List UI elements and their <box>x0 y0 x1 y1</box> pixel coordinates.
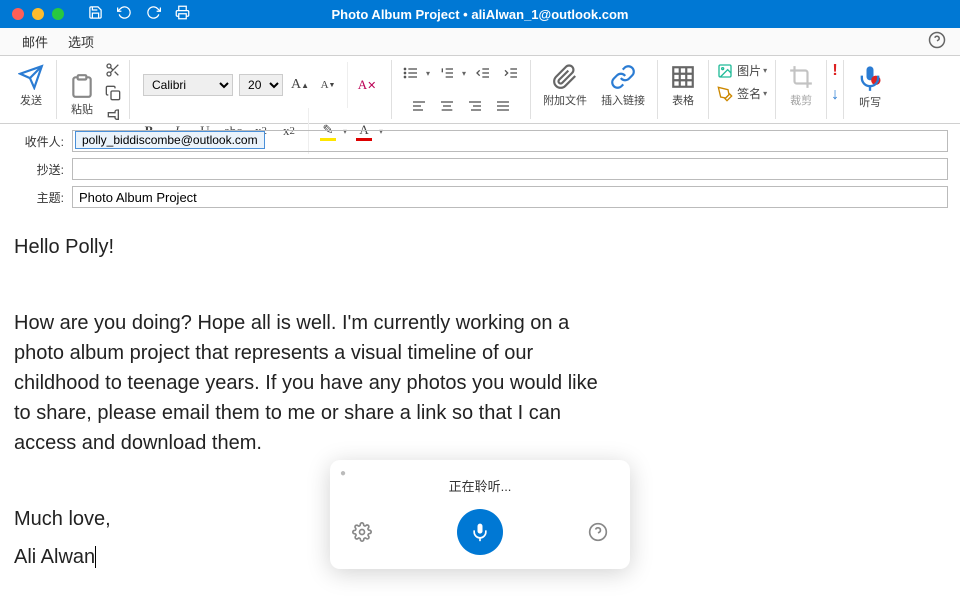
table-label: 表格 <box>672 92 694 108</box>
crop-label: 裁剪 <box>790 92 812 108</box>
print-icon[interactable] <box>175 5 190 23</box>
zoom-window[interactable] <box>52 8 64 20</box>
clipboard-group: 粘贴 <box>57 60 130 119</box>
insert-group: 附加文件 插入链接 <box>531 60 658 119</box>
close-window[interactable] <box>12 8 24 20</box>
cc-label: 抄送: <box>12 161 72 178</box>
send-button[interactable]: 发送 <box>14 62 48 110</box>
low-importance-icon[interactable]: ↓ <box>831 86 839 104</box>
body-paragraph: How are you doing? Hope all is well. I'm… <box>14 308 606 458</box>
format-painter-icon[interactable] <box>105 108 121 127</box>
crop-button[interactable]: 裁剪 <box>784 62 818 110</box>
address-block: 收件人: polly_biddiscombe@outlook.com 抄送: 主… <box>0 124 960 216</box>
to-label: 收件人: <box>12 133 72 150</box>
table-group: 表格 <box>658 60 709 119</box>
dictation-close-icon[interactable]: ● <box>340 468 346 479</box>
undo-icon[interactable] <box>117 5 132 23</box>
cc-field[interactable] <box>72 158 948 180</box>
dictation-help-icon[interactable] <box>586 520 610 544</box>
help-icon[interactable] <box>928 31 946 52</box>
clear-format-icon[interactable]: A✕ <box>356 74 378 96</box>
attach-file-button[interactable]: 附加文件 <box>539 62 591 110</box>
font-group: Calibri 20 A▲ A▼ A✕ B I U abc x2 x2 ✎▾ A… <box>130 60 392 119</box>
priority-group: ! ↓ <box>827 60 844 119</box>
signature-button[interactable]: 签名▾ <box>717 85 767 102</box>
ribbon-tabs: 邮件 选项 <box>0 28 960 56</box>
crop-group: 裁剪 <box>776 60 827 119</box>
dictate-label: 听写 <box>859 94 881 110</box>
align-left-button[interactable] <box>408 95 430 117</box>
subject-label: 主题: <box>12 189 72 206</box>
tab-options[interactable]: 选项 <box>58 28 104 55</box>
table-button[interactable]: 表格 <box>666 62 700 110</box>
window-controls <box>0 8 64 20</box>
high-importance-icon[interactable]: ! <box>831 62 839 80</box>
minimize-window[interactable] <box>32 8 44 20</box>
copy-icon[interactable] <box>105 85 121 104</box>
body-greeting: Hello Polly! <box>14 232 606 262</box>
paragraph-group: ▾ ▾ <box>392 60 531 119</box>
attach-label: 附加文件 <box>543 92 587 108</box>
dictation-mic-button[interactable] <box>457 509 503 555</box>
decrease-font-icon[interactable]: A▼ <box>317 74 339 96</box>
numbering-button[interactable] <box>436 62 458 84</box>
paste-button[interactable]: 粘贴 <box>65 71 99 119</box>
link-label: 插入链接 <box>601 92 645 108</box>
body-signature: Ali Alwan <box>14 546 95 568</box>
increase-font-icon[interactable]: A▲ <box>289 74 311 96</box>
titlebar: Photo Album Project • aliAlwan_1@outlook… <box>0 0 960 28</box>
justify-button[interactable] <box>492 95 514 117</box>
insert-link-button[interactable]: 插入链接 <box>597 62 649 110</box>
cut-icon[interactable] <box>105 62 121 81</box>
send-label: 发送 <box>20 92 42 108</box>
dictate-button[interactable]: 听写 <box>852 62 888 112</box>
subject-field[interactable] <box>72 186 948 208</box>
to-chip[interactable]: polly_biddiscombe@outlook.com <box>75 131 265 149</box>
paste-label: 粘贴 <box>71 101 93 117</box>
picture-button[interactable]: 图片▾ <box>717 62 767 79</box>
picture-sign-group: 图片▾ 签名▾ <box>709 60 776 119</box>
dictation-settings-icon[interactable] <box>350 520 374 544</box>
redo-icon[interactable] <box>146 5 161 23</box>
font-size-select[interactable]: 20 <box>239 74 283 96</box>
outdent-button[interactable] <box>472 62 494 84</box>
bullets-button[interactable] <box>400 62 422 84</box>
dictation-popup: ● 正在聆听... <box>330 460 630 569</box>
dictation-status: 正在聆听... <box>350 476 610 495</box>
dictate-group: 听写 <box>844 60 896 119</box>
align-center-button[interactable] <box>436 95 458 117</box>
align-right-button[interactable] <box>464 95 486 117</box>
save-icon[interactable] <box>88 5 103 23</box>
tab-mail[interactable]: 邮件 <box>12 28 58 55</box>
send-group: 发送 <box>6 60 57 119</box>
indent-button[interactable] <box>500 62 522 84</box>
font-name-select[interactable]: Calibri <box>143 74 233 96</box>
ribbon: 发送 粘贴 Calibri 20 A▲ A▼ A✕ B I <box>0 56 960 124</box>
to-field[interactable]: polly_biddiscombe@outlook.com <box>72 130 948 152</box>
